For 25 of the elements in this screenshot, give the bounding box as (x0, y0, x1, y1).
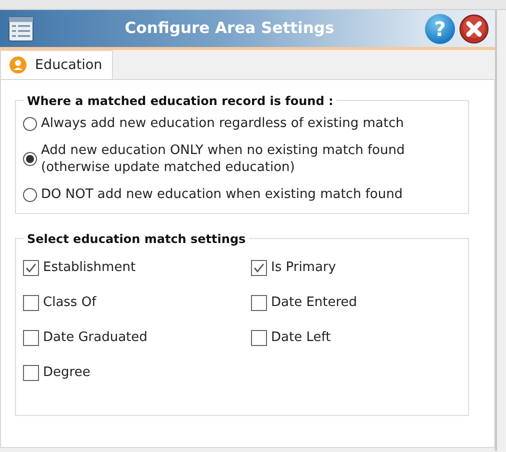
checkbox[interactable] (23, 294, 39, 310)
checkbox[interactable] (251, 294, 267, 310)
checkbox-label: Date Graduated (43, 329, 148, 346)
checkbox-label: Is Primary (271, 259, 336, 276)
checkbox-label: Date Entered (271, 294, 358, 311)
option-label: DO NOT add new education when existing match found (41, 186, 403, 203)
radio-button[interactable] (23, 116, 37, 130)
checkbox[interactable] (251, 330, 267, 346)
checkbox[interactable] (23, 260, 39, 276)
checkbox[interactable] (23, 330, 39, 346)
checkbox-label: Date Left (271, 329, 331, 346)
checkbox[interactable] (251, 260, 267, 276)
checkbox[interactable] (23, 364, 39, 380)
close-button[interactable] (459, 14, 489, 44)
checkbox-label: Class Of (43, 294, 96, 311)
option-label: Always add new education regardless of existing match (41, 115, 404, 132)
window-icon (8, 16, 34, 42)
person-icon (9, 56, 27, 74)
checkbox-label: Degree (43, 364, 90, 381)
checkbox-label: Establishment (43, 259, 136, 276)
window-title: Configure Area Settings (124, 19, 334, 38)
tab[interactable]: Education (0, 50, 114, 79)
radio-button[interactable] (23, 188, 37, 202)
radio-button[interactable] (23, 152, 37, 166)
option-label: Add new education ONLY when no existing match found (otherwise update matched education) (41, 142, 405, 176)
